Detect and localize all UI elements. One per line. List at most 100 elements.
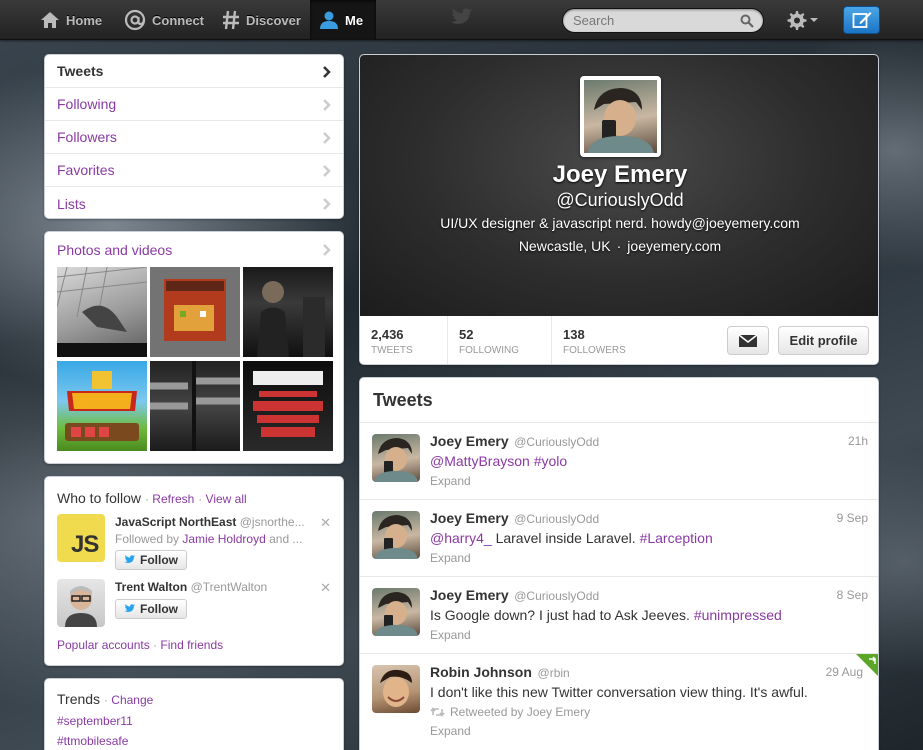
trend-item[interactable]: #september11 [57, 714, 133, 728]
nav-row-label: Favorites [57, 162, 115, 178]
retweeted-by-text[interactable]: Retweeted by Joey Emery [450, 705, 590, 719]
stat-value: 138 [563, 327, 585, 342]
change-trends-link[interactable]: Change [111, 693, 153, 707]
photo-thumbnail[interactable] [150, 361, 240, 451]
envelope-icon [738, 333, 758, 347]
tweet-header: Joey Emery @CuriouslyOdd [430, 510, 599, 526]
stat-followers[interactable]: 138 FOLLOWERS [551, 316, 671, 364]
profile-avatar[interactable] [580, 76, 661, 157]
search-box[interactable] [562, 8, 764, 33]
suggestion-handle: @TrentWalton [190, 580, 268, 594]
nav-row-label: Following [57, 96, 117, 112]
retweet-corner-icon [856, 654, 878, 676]
photo-thumbnail[interactable] [150, 267, 240, 357]
avatar[interactable] [57, 579, 105, 627]
photo-thumbnail[interactable] [57, 267, 147, 357]
tweet[interactable]: Joey Emery @CuriouslyOdd 8 Sep Is Google… [360, 576, 878, 653]
separator-dot: · [198, 492, 206, 506]
top-navigation-bar: Home Connect Discover Me [0, 0, 923, 40]
trend-item[interactable]: #ttmobilesafe [57, 734, 128, 748]
nav-row-following[interactable]: Following [45, 88, 343, 121]
tweet-mention[interactable]: @MattyBrayson [430, 453, 530, 469]
nav-row-label: Tweets [57, 63, 104, 79]
profile-header: Joey Emery @CuriouslyOdd UI/UX designer … [360, 55, 878, 316]
nav-row-followers[interactable]: Followers [45, 121, 343, 154]
popular-accounts-link[interactable]: Popular accounts [57, 638, 150, 652]
stat-tweets[interactable]: 2,436 TWEETS [360, 316, 447, 364]
tweet-expand-link[interactable]: Expand [430, 551, 471, 565]
photo-thumbnail[interactable] [243, 361, 333, 451]
nav-row-favorites[interactable]: Favorites [45, 154, 343, 187]
followed-by-name[interactable]: Jamie Holdroyd [182, 532, 265, 546]
tweet-expand-link[interactable]: Expand [430, 724, 471, 738]
profile-website-link[interactable]: joeyemery.com [627, 238, 721, 254]
tweet-author-name[interactable]: Joey Emery [430, 587, 509, 603]
follow-button[interactable]: Follow [115, 550, 187, 570]
tweet-expand-link[interactable]: Expand [430, 474, 471, 488]
nav-row-lists[interactable]: Lists [45, 187, 343, 218]
tweet-author-name[interactable]: Joey Emery [430, 433, 509, 449]
tweet-body: I don't like this new Twitter conversati… [430, 684, 808, 700]
tweet-timestamp[interactable]: 8 Sep [837, 588, 868, 602]
home-icon [41, 12, 59, 28]
avatar[interactable] [372, 434, 420, 482]
settings-menu[interactable] [785, 9, 818, 31]
direct-message-button[interactable] [727, 326, 769, 355]
tweet-author-handle[interactable]: @CuriouslyOdd [514, 435, 599, 449]
stat-following[interactable]: 52 FOLLOWING [447, 316, 551, 364]
avatar-image [380, 669, 412, 707]
chevron-right-icon [323, 244, 331, 256]
tweet-timestamp[interactable]: 21h [848, 434, 868, 448]
avatar[interactable] [372, 511, 420, 559]
nav-row-tweets[interactable]: Tweets [45, 55, 343, 88]
tweet[interactable]: Robin Johnson @rbin 29 Aug I don't like … [360, 653, 878, 749]
tweet-timestamp[interactable]: 9 Sep [837, 511, 868, 525]
tweet-hashtag[interactable]: #yolo [534, 453, 567, 469]
tweet-author-handle[interactable]: @CuriouslyOdd [514, 512, 599, 526]
tweet-author-handle[interactable]: @rbin [538, 666, 570, 680]
nav-discover[interactable]: Discover [222, 0, 301, 40]
tweet-text: Is Google down? I just had to Ask Jeeves… [430, 607, 782, 623]
suggestion-name[interactable]: JavaScript NorthEast @jsnorthe... [115, 515, 305, 529]
avatar[interactable]: JS [57, 514, 105, 562]
nav-home[interactable]: Home [40, 0, 102, 40]
follow-button-label: Follow [140, 553, 178, 567]
tweet-author-name[interactable]: Joey Emery [430, 510, 509, 526]
profile-card: Joey Emery @CuriouslyOdd UI/UX designer … [359, 54, 879, 365]
suggestion-name[interactable]: Trent Walton @TrentWalton [115, 580, 267, 594]
tweet-hashtag[interactable]: #Larception [640, 530, 713, 546]
tweet-author-name[interactable]: Robin Johnson [430, 664, 532, 680]
nav-me[interactable]: Me [310, 0, 376, 40]
tweet-mention[interactable]: @harry4_ [430, 530, 492, 546]
refresh-link[interactable]: Refresh [152, 492, 194, 506]
avatar[interactable] [372, 588, 420, 636]
edit-profile-button[interactable]: Edit profile [778, 326, 869, 355]
profile-location: Newcastle, UK [518, 238, 611, 254]
nav-me-label: Me [345, 12, 364, 28]
tweet[interactable]: Joey Emery @CuriouslyOdd 21h @MattyBrays… [360, 422, 878, 499]
tweet-hashtag[interactable]: #unimpressed [694, 607, 782, 623]
avatar[interactable] [372, 665, 420, 713]
tweet-text: I don't like this new Twitter conversati… [430, 684, 808, 700]
photo-thumbnail[interactable] [57, 361, 147, 451]
nav-connect-label: Connect [152, 12, 204, 28]
photo-thumbnail[interactable] [243, 267, 333, 357]
stream-title: Tweets [373, 390, 433, 410]
tweet-author-handle[interactable]: @CuriouslyOdd [514, 589, 599, 603]
tweet-body: Is Google down? I just had to Ask Jeeves… [430, 607, 694, 623]
dismiss-suggestion-button[interactable]: ✕ [320, 580, 331, 596]
nav-connect[interactable]: Connect [124, 0, 204, 40]
tweet-expand-link[interactable]: Expand [430, 628, 471, 642]
follow-button[interactable]: Follow [115, 599, 187, 619]
compose-tweet-button[interactable] [843, 6, 880, 34]
photos-videos-link[interactable]: Photos and videos [45, 232, 343, 267]
profile-nav-panel: Tweets Following Followers Favorites Lis… [44, 54, 344, 219]
who-to-follow-title: Who to follow [57, 490, 142, 506]
find-friends-link[interactable]: Find friends [160, 638, 223, 652]
tweet-header: Joey Emery @CuriouslyOdd [430, 587, 599, 603]
search-input[interactable] [573, 13, 733, 28]
view-all-link[interactable]: View all [206, 492, 247, 506]
tweet[interactable]: Joey Emery @CuriouslyOdd 9 Sep @harry4_ … [360, 499, 878, 576]
dismiss-suggestion-button[interactable]: ✕ [320, 515, 331, 531]
search-icon[interactable] [740, 14, 754, 28]
